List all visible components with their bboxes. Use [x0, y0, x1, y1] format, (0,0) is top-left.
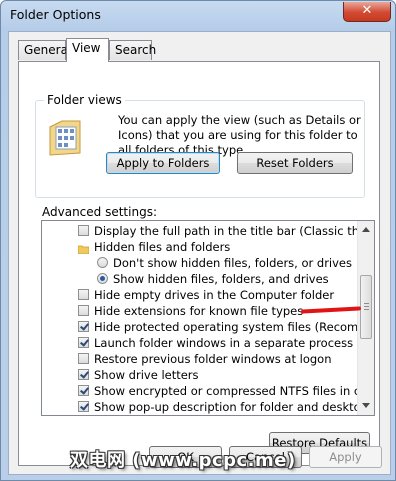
- advanced-item-label: Show drive letters: [94, 368, 199, 382]
- folder-views-group: Folder views You can apply the view (suc…: [35, 93, 365, 198]
- advanced-item-label: Show encrypted or compressed NTFS files …: [94, 384, 375, 398]
- apply-to-folders-button[interactable]: Apply to Folders: [106, 152, 220, 174]
- tab-general[interactable]: General: [18, 40, 71, 60]
- advanced-item-label: Hide protected operating system files (R…: [94, 320, 374, 334]
- scroll-up-icon[interactable]: [362, 227, 370, 232]
- reset-folders-button[interactable]: Reset Folders: [237, 152, 353, 174]
- scroll-thumb[interactable]: [360, 275, 372, 339]
- advanced-scrollbar[interactable]: [357, 221, 374, 415]
- dialog-client: General View Search Folder views You can…: [8, 31, 391, 475]
- advanced-item-label: Show pop-up description for folder and d…: [94, 400, 375, 414]
- folder-icon: [77, 242, 90, 255]
- advanced-item-label: Display the full path in the title bar (…: [94, 224, 374, 238]
- advanced-item-label: Don't show hidden files, folders, or dri…: [113, 256, 353, 270]
- checkbox-checked[interactable]: [78, 321, 89, 332]
- watermark-text: 双电网 (www.pcpc.me): [70, 450, 296, 471]
- folder-views-icon: [48, 119, 82, 160]
- radio-unselected[interactable]: [97, 257, 108, 268]
- radio-selected[interactable]: [97, 273, 108, 284]
- advanced-item-label: Restore previous folder windows at logon: [94, 352, 332, 366]
- checkbox-checked[interactable]: [78, 401, 89, 412]
- advanced-settings-list[interactable]: Display the full path in the title bar (…: [41, 220, 375, 416]
- grip-line: [364, 309, 369, 310]
- advanced-settings-label: Advanced settings:: [42, 205, 157, 219]
- checkbox-unchecked[interactable]: [78, 289, 89, 300]
- tab-search[interactable]: Search: [109, 40, 156, 60]
- apply-button: Apply: [309, 446, 382, 468]
- advanced-item-label: Hide extensions for known file types: [94, 304, 304, 318]
- checkbox-unchecked[interactable]: [78, 305, 89, 316]
- folder-options-window: Folder Options ✕ General View Search Fol…: [0, 0, 396, 481]
- close-button[interactable]: ✕: [343, 2, 391, 22]
- window-title: Folder Options: [10, 7, 101, 22]
- checkbox-checked[interactable]: [78, 385, 89, 396]
- grip-line: [364, 306, 369, 307]
- advanced-item-label: Hide empty drives in the Computer folder: [94, 288, 335, 302]
- tab-view[interactable]: View: [66, 38, 109, 62]
- checkbox-checked[interactable]: [78, 337, 89, 348]
- grip-line: [364, 303, 369, 304]
- scroll-down-icon[interactable]: [362, 403, 370, 408]
- advanced-item-label: Hidden files and folders: [94, 240, 231, 254]
- checkbox-unchecked[interactable]: [78, 225, 89, 236]
- view-tab-panel: Folder views You can apply the view (suc…: [18, 61, 380, 466]
- checkbox-checked[interactable]: [78, 369, 89, 380]
- advanced-item-label: Show hidden files, folders, and drives: [113, 272, 329, 286]
- checkbox-unchecked[interactable]: [78, 353, 89, 364]
- advanced-item-label: Launch folder windows in a separate proc…: [94, 336, 354, 350]
- folder-views-label: Folder views: [44, 93, 125, 107]
